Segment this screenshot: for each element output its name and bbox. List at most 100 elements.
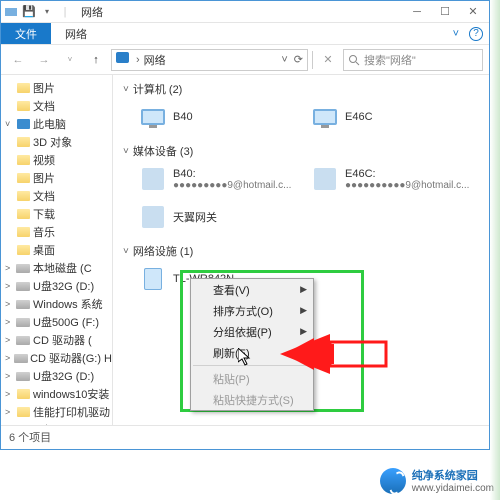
breadcrumb-segment[interactable]: 网络 — [140, 52, 170, 68]
drv-icon — [15, 261, 31, 275]
menu-item[interactable]: 排序方式(O)▶ — [191, 300, 313, 321]
tree-item[interactable]: >U盘32G (D:) — [1, 367, 112, 385]
tree-item[interactable]: >CD 驱动器(G:) H — [1, 349, 112, 367]
tree-expand-icon[interactable]: > — [5, 353, 14, 363]
separator — [312, 51, 313, 69]
menu-item-label: 排序方式(O) — [213, 303, 273, 319]
item-subtitle: ●●●●●●●●●9@hotmail.c... — [173, 180, 291, 191]
search-input[interactable]: 搜索"网络" — [343, 49, 483, 71]
drv-icon — [15, 279, 31, 293]
qat-icon[interactable]: 💾 — [21, 4, 37, 20]
ribbon-expand-icon[interactable]: ˅ — [453, 28, 459, 40]
qat-dropdown-icon[interactable]: ▾ — [39, 4, 55, 20]
list-item[interactable]: B40:●●●●●●●●●9@hotmail.c... — [139, 163, 299, 195]
network-icon — [116, 52, 132, 68]
tree-item-label: Windows 系统 — [33, 296, 103, 312]
breadcrumb[interactable]: › 网络 ˅ ⟳ — [111, 49, 308, 71]
tree-item[interactable]: 3D 对象 — [1, 133, 112, 151]
tree-item[interactable]: 文档 — [1, 187, 112, 205]
nav-recent-dropdown[interactable]: ˅ — [59, 49, 81, 71]
fold-icon — [15, 171, 31, 185]
drv-icon — [15, 315, 31, 329]
tree-item-label: U盘500G (F:) — [33, 314, 99, 330]
submenu-arrow-icon: ▶ — [300, 326, 307, 337]
drv-icon — [15, 423, 31, 425]
menu-separator — [193, 365, 311, 366]
tree-item[interactable]: > U盘500G (F:) — [1, 313, 112, 331]
tree-item-label: 文档 — [33, 188, 55, 204]
tree-item[interactable]: > 本地磁盘 (C — [1, 259, 112, 277]
window-title: 网络 — [81, 4, 103, 20]
address-close-icon[interactable]: ✕ — [317, 49, 339, 71]
item-title: 天翼网关 — [173, 209, 217, 225]
nav-up-button[interactable]: ↑ — [85, 49, 107, 71]
nav-forward-button[interactable]: → — [33, 49, 55, 71]
minimize-button[interactable]: ─ — [403, 2, 431, 22]
drv-icon — [15, 369, 31, 383]
tree-item-label: 图片 — [33, 170, 55, 186]
list-item[interactable]: B40 — [139, 101, 299, 133]
monitor-icon — [311, 103, 339, 131]
tree-expand-icon[interactable]: > — [5, 299, 15, 309]
tree-item-label: 音乐 — [33, 224, 55, 240]
tree-item[interactable]: 视频 — [1, 151, 112, 169]
context-menu[interactable]: 查看(V)▶排序方式(O)▶分组依据(P)▶刷新(E)粘贴(P)粘贴快捷方式(S… — [190, 278, 314, 411]
tree-item[interactable]: 下载 — [1, 205, 112, 223]
monitor-icon — [139, 103, 167, 131]
tree-item-label: CD 驱动器 ( — [33, 332, 92, 348]
tree-expand-icon[interactable]: > — [5, 389, 15, 399]
tree-item[interactable]: >U盘500G (F:) — [1, 421, 112, 425]
nav-tree[interactable]: 图片文档˅此电脑3D 对象视频图片文档下载音乐桌面>本地磁盘 (C>U盘32G … — [1, 75, 113, 425]
router-icon — [139, 265, 167, 293]
tree-item[interactable]: 桌面 — [1, 241, 112, 259]
list-item[interactable]: 天翼网关 — [139, 201, 299, 233]
maximize-button[interactable]: ☐ — [431, 2, 459, 22]
nav-back-button[interactable]: ← — [7, 49, 29, 71]
group-header[interactable]: ˅计算机 (2) — [123, 81, 479, 97]
menu-item[interactable]: 分组依据(P)▶ — [191, 321, 313, 342]
tree-item[interactable]: 音乐 — [1, 223, 112, 241]
item-title: E46C — [345, 111, 373, 123]
help-icon[interactable]: ? — [469, 27, 483, 41]
pc-icon — [15, 117, 31, 131]
content-group: ˅媒体设备 (3) B40:●●●●●●●●●9@hotmail.c... E46C… — [123, 143, 479, 233]
tree-item[interactable]: > CD 驱动器 ( — [1, 331, 112, 349]
tree-expand-icon[interactable]: ˅ — [5, 119, 15, 129]
group-title: 计算机 (2) — [133, 81, 183, 97]
status-item-count: 6 个项目 — [9, 429, 51, 445]
group-header[interactable]: ˅网络设施 (1) — [123, 243, 479, 259]
breadcrumb-dropdown-icon[interactable]: ˅ — [281, 54, 287, 66]
tree-item[interactable]: >windows10安装 — [1, 385, 112, 403]
tree-item-label: 本地磁盘 (C — [33, 260, 92, 276]
tree-expand-icon[interactable]: > — [5, 335, 15, 345]
app-icon — [3, 4, 19, 20]
menu-item[interactable]: 查看(V)▶ — [191, 279, 313, 300]
menu-item[interactable]: 刷新(E) — [191, 342, 313, 363]
tree-expand-icon[interactable]: > — [5, 281, 15, 291]
nav-toolbar: ← → ˅ ↑ › 网络 ˅ ⟳ ✕ 搜索"网络" — [1, 45, 489, 75]
list-item[interactable]: E46C — [311, 101, 471, 133]
tree-item[interactable]: >佳能打印机驱动 — [1, 403, 112, 421]
fold-icon — [15, 153, 31, 167]
tree-item[interactable]: > U盘32G (D:) — [1, 277, 112, 295]
close-button[interactable]: ✕ — [459, 2, 487, 22]
watermark-brand: 纯净系统家园 — [412, 467, 494, 483]
tree-item[interactable]: 图片 — [1, 169, 112, 187]
tree-item[interactable]: ˅此电脑 — [1, 115, 112, 133]
tab-network[interactable]: 网络 — [51, 23, 101, 44]
tree-expand-icon[interactable]: > — [5, 263, 15, 273]
tree-expand-icon[interactable]: > — [5, 317, 15, 327]
tree-item[interactable]: 文档 — [1, 97, 112, 115]
refresh-icon[interactable]: ⟳ — [294, 53, 303, 66]
tree-item[interactable]: > Windows 系统 — [1, 295, 112, 313]
tree-item-label: U盘32G (D:) — [33, 278, 94, 294]
tab-file[interactable]: 文件 — [1, 23, 51, 44]
group-header[interactable]: ˅媒体设备 (3) — [123, 143, 479, 159]
tree-item-label: 视频 — [33, 152, 55, 168]
tree-item[interactable]: 图片 — [1, 79, 112, 97]
qat-sep: | — [57, 4, 73, 20]
tree-expand-icon[interactable]: > — [5, 407, 15, 417]
tree-expand-icon[interactable]: > — [5, 371, 15, 381]
list-item[interactable]: E46C:●●●●●●●●●●9@hotmail.c... — [311, 163, 471, 195]
tree-item-label: 3D 对象 — [33, 134, 72, 150]
